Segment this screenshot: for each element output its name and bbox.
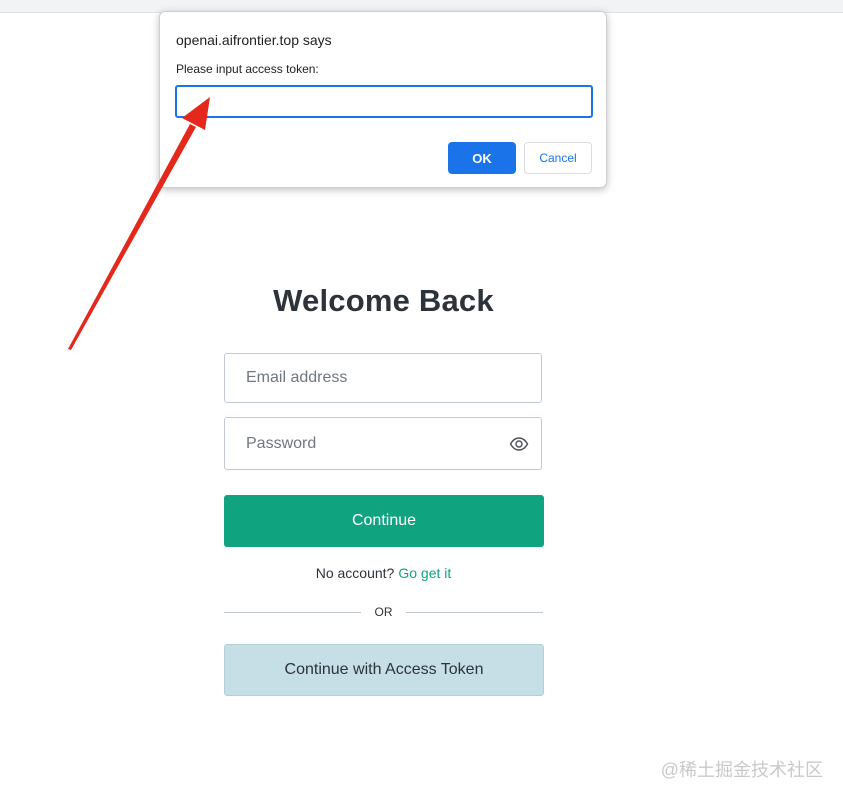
watermark: @稀土掘金技术社区 <box>660 760 823 780</box>
email-field-container <box>224 353 542 403</box>
access-token-input[interactable] <box>175 85 593 118</box>
signup-prompt: No account? Go get it <box>0 565 767 581</box>
prompt-dialog: openai.aifrontier.top says Please input … <box>159 11 607 188</box>
divider-left <box>224 612 361 613</box>
divider-or-text: OR <box>374 605 393 619</box>
password-field-container <box>224 417 542 470</box>
no-account-text: No account? <box>315 565 395 581</box>
cancel-button[interactable]: Cancel <box>524 142 592 174</box>
page: Welcome Back Continue No account?Go get … <box>0 0 843 802</box>
password-input[interactable] <box>225 418 541 469</box>
page-title: Welcome Back <box>273 283 494 318</box>
signup-link[interactable]: Go get it <box>398 565 451 581</box>
email-input[interactable] <box>225 354 541 402</box>
divider-right <box>406 612 543 613</box>
dialog-title: openai.aifrontier.top says <box>176 32 332 48</box>
dialog-message: Please input access token: <box>176 62 319 76</box>
continue-button[interactable]: Continue <box>224 495 544 547</box>
access-token-button[interactable]: Continue with Access Token <box>224 644 544 696</box>
eye-icon[interactable] <box>509 434 529 454</box>
ok-button[interactable]: OK <box>448 142 516 174</box>
